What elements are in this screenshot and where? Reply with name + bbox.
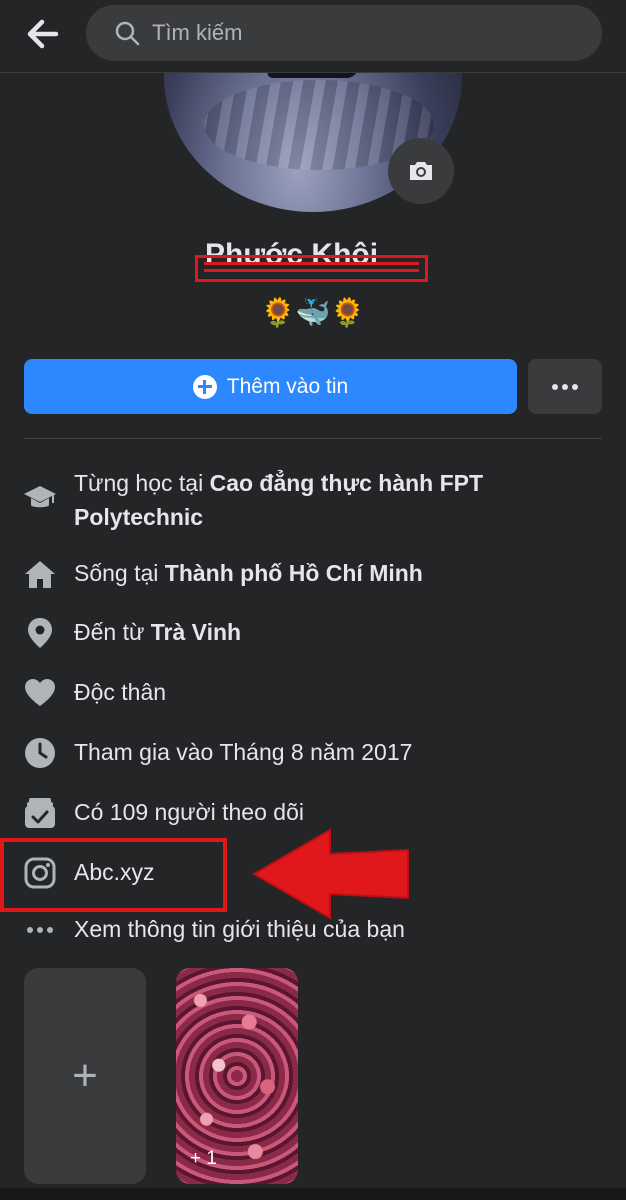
annotation-highlight-box — [0, 838, 227, 912]
search-bar[interactable] — [86, 5, 602, 61]
detail-prefix: Có 109 người theo dõi — [74, 799, 304, 825]
back-button[interactable] — [22, 16, 62, 52]
top-bar — [0, 0, 626, 73]
camera-icon — [410, 162, 432, 180]
redaction-line — [204, 269, 419, 272]
detail-bold: Thành phố Hồ Chí Minh — [164, 560, 423, 586]
change-avatar-button[interactable] — [388, 138, 454, 204]
plus-icon: + — [72, 1051, 98, 1100]
annotation-arrow-icon — [252, 828, 409, 920]
plus-circle-icon — [192, 374, 217, 399]
back-arrow-icon — [27, 19, 59, 49]
bottom-bar — [0, 1188, 626, 1200]
detail-row-from[interactable]: Đến từ Trà Vinh — [22, 615, 612, 651]
search-icon — [115, 21, 140, 46]
heart-icon — [22, 675, 58, 711]
detail-row-relationship[interactable]: Độc thân — [22, 675, 612, 711]
location-pin-icon — [22, 615, 58, 651]
more-options-button[interactable] — [528, 359, 602, 414]
add-to-story-button[interactable]: Thêm vào tin — [24, 359, 517, 414]
name-redaction-box — [195, 255, 428, 282]
photo-count: + 1 — [190, 1148, 217, 1169]
detail-row-lives-in[interactable]: Sống tại Thành phố Hồ Chí Minh — [22, 556, 612, 592]
home-icon — [22, 556, 58, 592]
detail-prefix: Độc thân — [74, 679, 167, 705]
detail-prefix: Đến từ — [74, 619, 151, 645]
detail-bold: Trà Vinh — [150, 619, 242, 645]
followers-icon — [22, 795, 58, 831]
dot-icon — [562, 383, 568, 390]
graduation-cap-icon — [22, 480, 58, 516]
divider — [24, 438, 602, 439]
profile-bio: 🌻🐳🌻 — [260, 297, 366, 328]
redaction-line — [204, 262, 419, 265]
clock-icon — [22, 735, 58, 771]
highlight-photo-card[interactable]: + 1 — [176, 968, 298, 1184]
detail-prefix: Sống tại — [74, 560, 165, 586]
add-highlight-button[interactable]: + — [24, 968, 146, 1184]
detail-row-education[interactable]: Từng học tại Cao đẳng thực hành FPT Poly… — [22, 464, 612, 534]
dot-icon — [552, 383, 558, 390]
detail-prefix: Từng học tại — [74, 470, 210, 496]
more-dots-icon — [22, 912, 58, 948]
search-input[interactable] — [152, 5, 572, 61]
detail-prefix: Tham gia vào Tháng 8 năm 2017 — [74, 739, 413, 765]
add-to-story-label: Thêm vào tin — [226, 374, 349, 398]
detail-row-joined[interactable]: Tham gia vào Tháng 8 năm 2017 — [22, 735, 612, 771]
dot-icon — [572, 383, 578, 390]
